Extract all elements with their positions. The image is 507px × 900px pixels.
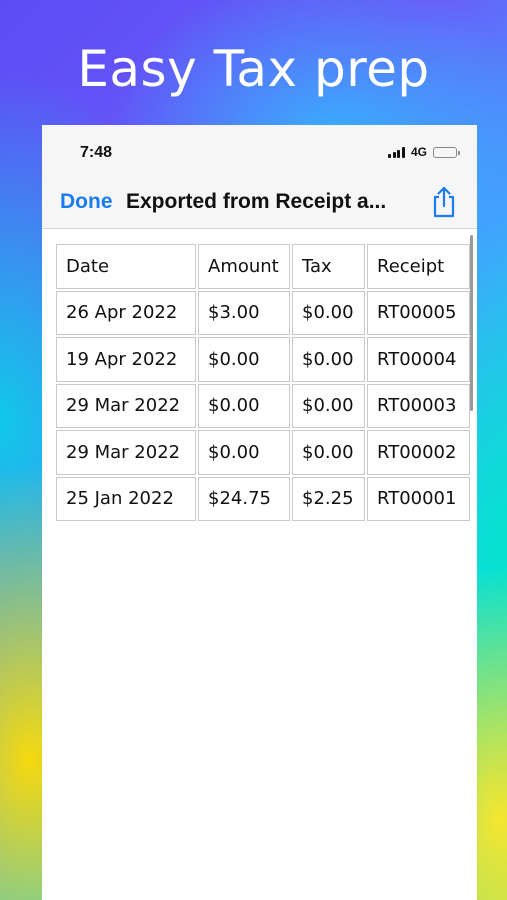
cell-date: 19 Apr 2022 (56, 337, 196, 382)
cell-receipt: RT00004 (367, 337, 470, 382)
document-title: Exported from Receipt a... (126, 190, 387, 213)
cell-date: 25 Jan 2022 (56, 476, 196, 521)
column-header-amount: Amount (198, 244, 290, 289)
status-time: 7:48 (80, 144, 113, 161)
table-header-row: Date Amount Tax Receipt (56, 244, 470, 289)
cell-tax: $0.00 (292, 337, 365, 382)
status-indicators: 4G (388, 145, 460, 159)
cell-amount: $0.00 (198, 383, 290, 428)
cell-amount: $0.00 (198, 337, 290, 382)
table-row: 19 Apr 2022 $0.00 $0.00 RT00004 (56, 337, 470, 382)
column-header-date: Date (56, 244, 196, 289)
table-row: 29 Mar 2022 $0.00 $0.00 RT00002 (56, 430, 470, 475)
cell-receipt: RT00005 (367, 290, 470, 335)
column-header-receipt: Receipt (367, 244, 470, 289)
cell-tax: $0.00 (292, 430, 365, 475)
column-header-tax: Tax (292, 244, 365, 289)
table-row: 25 Jan 2022 $24.75 $2.25 RT00001 (56, 476, 470, 521)
done-button[interactable]: Done (60, 190, 113, 214)
cell-date: 29 Mar 2022 (56, 383, 196, 428)
table-row: 29 Mar 2022 $0.00 $0.00 RT00003 (56, 383, 470, 428)
cell-amount: $24.75 (198, 476, 290, 521)
table-row: 26 Apr 2022 $3.00 $0.00 RT00005 (56, 290, 470, 335)
receipts-table: Date Amount Tax Receipt 26 Apr 2022 $3.0… (54, 242, 472, 523)
cell-date: 26 Apr 2022 (56, 290, 196, 335)
network-type: 4G (410, 145, 427, 159)
navigation-bar: Done Exported from Receipt a... (42, 181, 477, 229)
hero-title: Easy Tax prep (77, 40, 430, 98)
share-icon (433, 186, 455, 218)
battery-icon (433, 146, 460, 158)
cell-amount: $0.00 (198, 430, 290, 475)
cell-receipt: RT00001 (367, 476, 470, 521)
cell-date: 29 Mar 2022 (56, 430, 196, 475)
phone-screen: 7:48 4G Done Exported from Receipt a... … (42, 125, 477, 900)
status-bar: 7:48 4G (42, 125, 477, 181)
document-content[interactable]: Date Amount Tax Receipt 26 Apr 2022 $3.0… (42, 229, 477, 900)
cell-receipt: RT00002 (367, 430, 470, 475)
cell-receipt: RT00003 (367, 383, 470, 428)
cell-tax: $2.25 (292, 476, 365, 521)
cell-tax: $0.00 (292, 383, 365, 428)
cell-amount: $3.00 (198, 290, 290, 335)
cellular-signal-icon (388, 146, 405, 158)
cell-tax: $0.00 (292, 290, 365, 335)
share-button[interactable] (429, 185, 459, 219)
vertical-scrollbar[interactable] (470, 235, 473, 411)
